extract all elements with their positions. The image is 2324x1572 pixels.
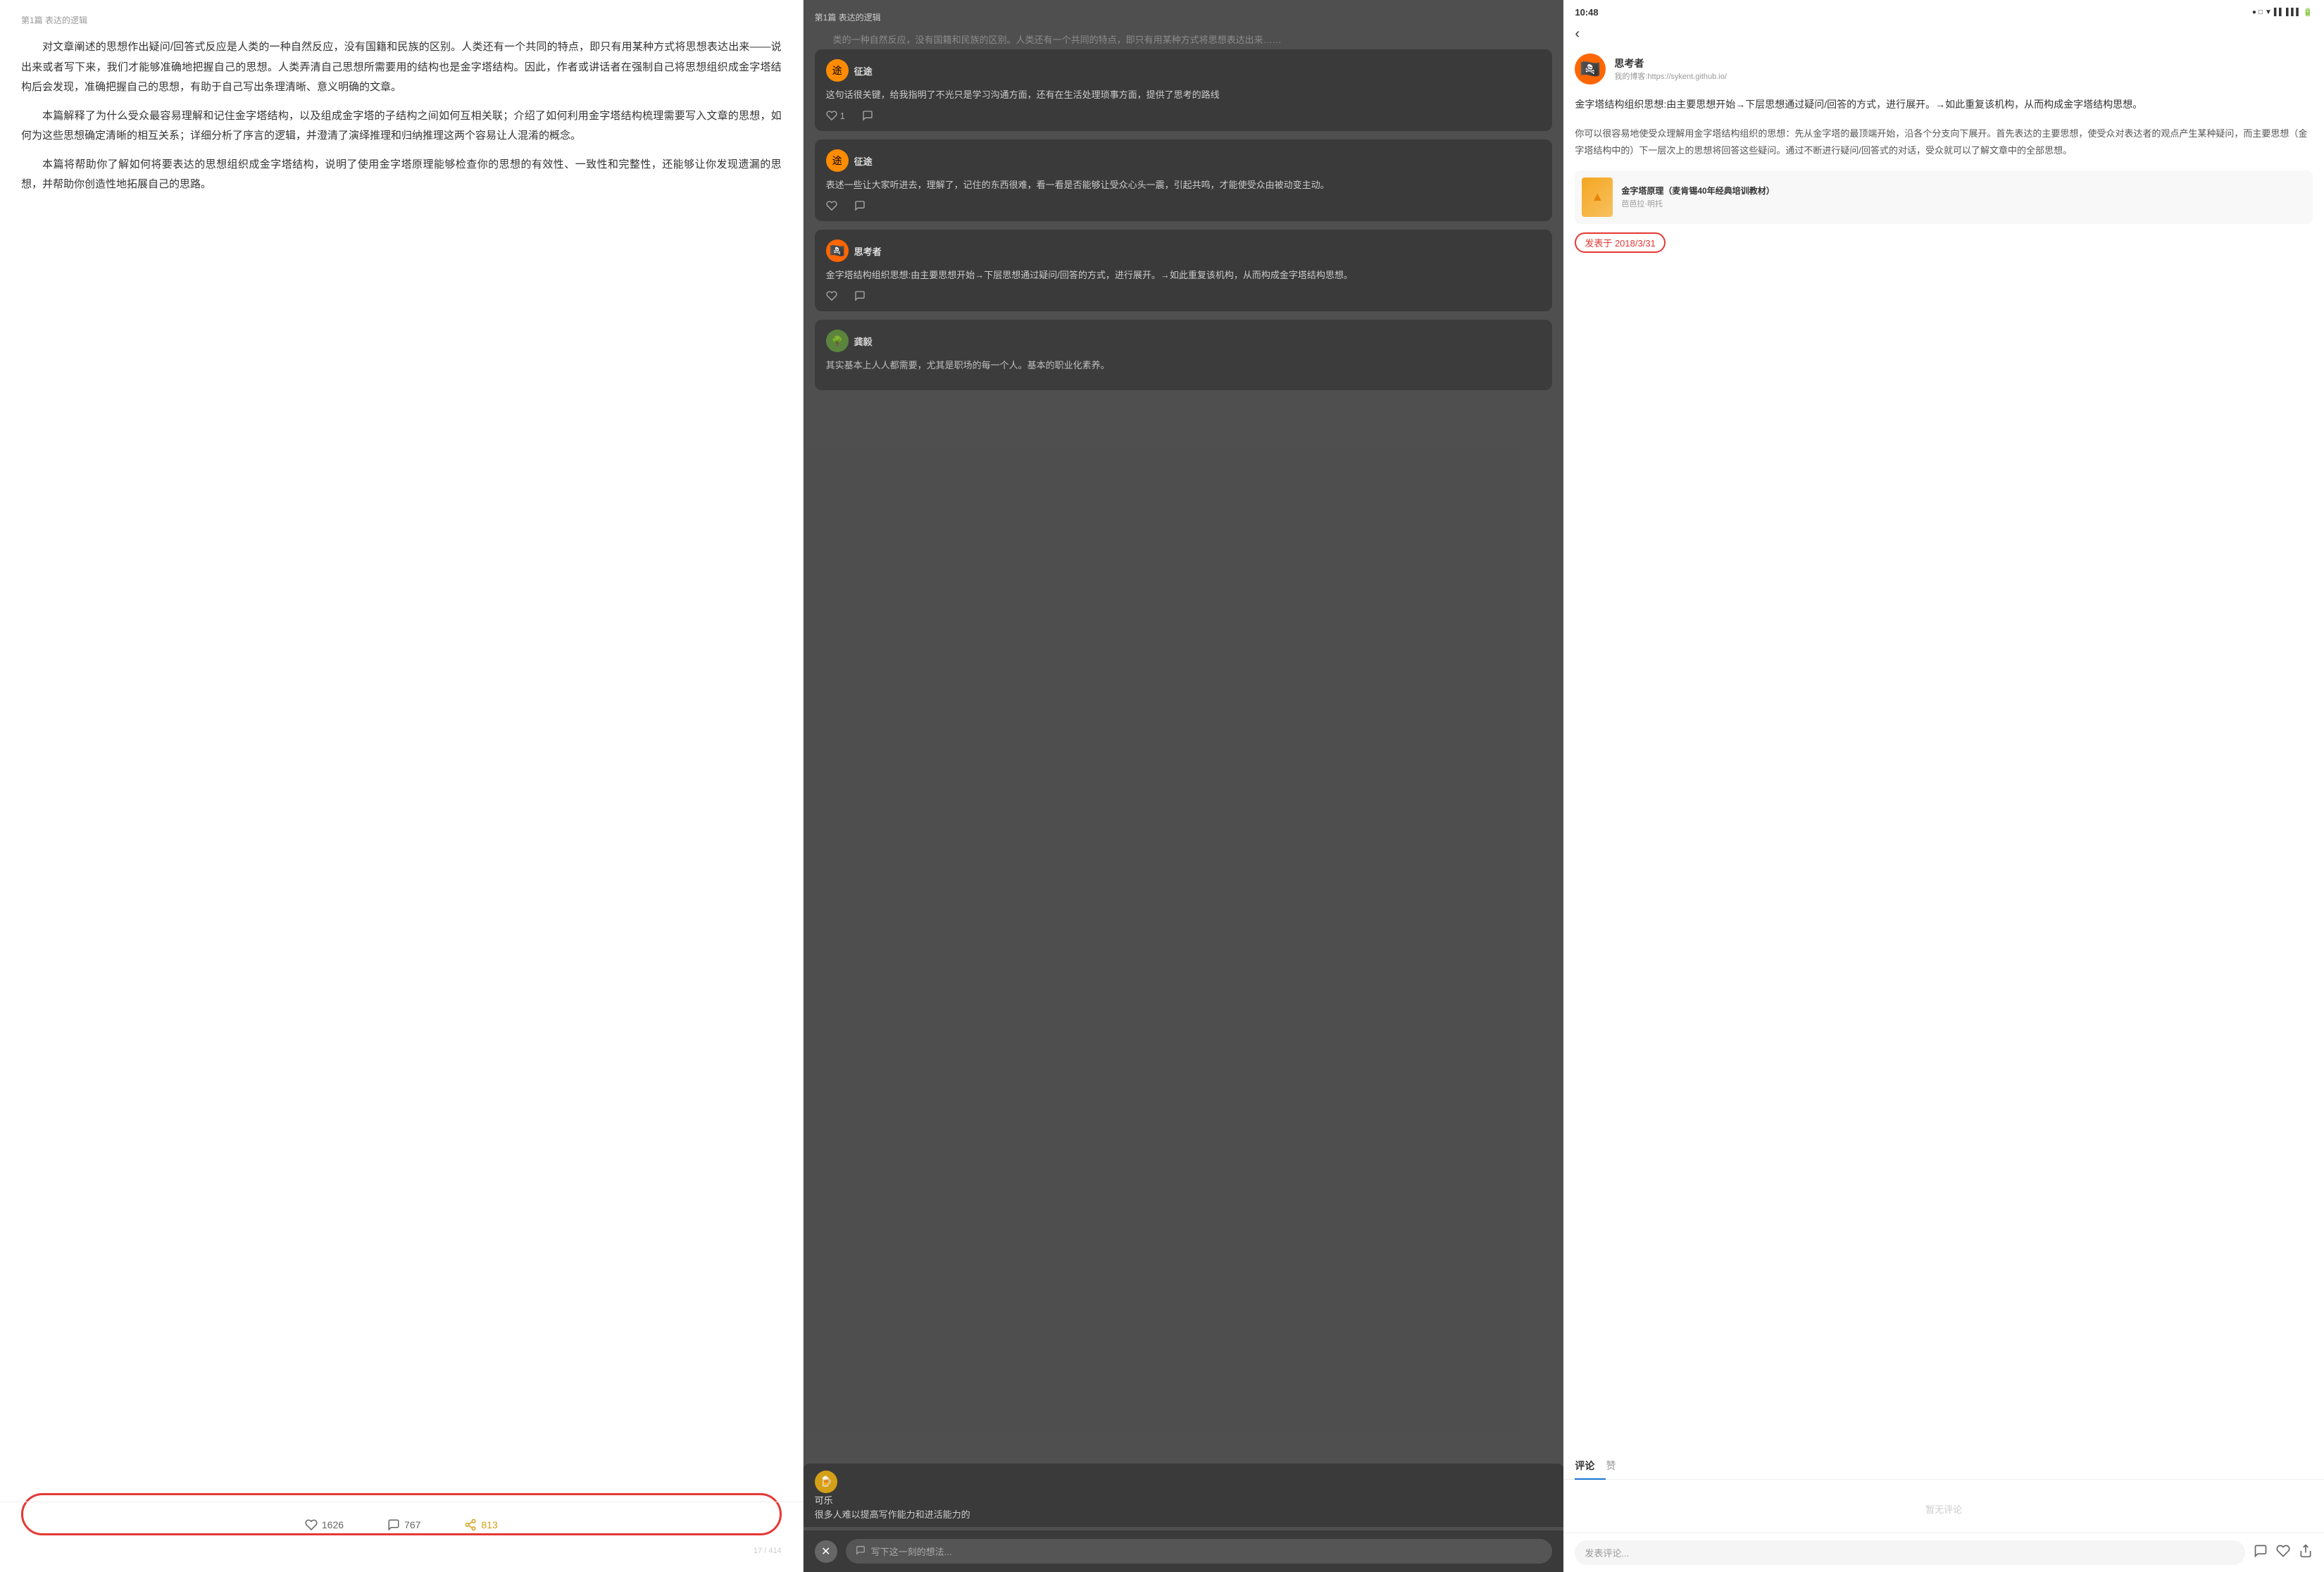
article-main-text: 金字塔结构组织思想:由主要思想开始→下层思想通过疑问/回答的方式，进行展开。→如… xyxy=(1575,96,2313,114)
comment-card-1: 途 征途 这句话很关键，给我指明了不光只是学习沟通方面，还有在生活处理琐事方面，… xyxy=(815,49,1553,131)
avatar-3: 🏴‍☠️ xyxy=(826,239,849,262)
comment-card-2: 途 征途 表述一些让大家听进去，理解了，记住的东西很难，看一看是否能够让受众心头… xyxy=(815,139,1553,221)
username-1: 征途 xyxy=(854,64,873,77)
page-number: 17 / 414 xyxy=(21,1544,782,1558)
reply-action-2[interactable] xyxy=(854,200,866,211)
book-cover xyxy=(1582,177,1613,217)
username-2: 征途 xyxy=(854,154,873,168)
article-detail-panel: 10:48 ● □ ▼ ▌▌ ▌▌▌ 🔋 ‹ 🏴‍☠️ 思考者 我的博客:htt… xyxy=(1563,0,2324,1572)
comment-button[interactable]: 767 xyxy=(376,1513,432,1537)
paragraph-2: 本篇解释了为什么受众最容易理解和记住金字塔结构，以及组成金字塔的子结构之间如何互… xyxy=(21,106,782,146)
tab-likes[interactable]: 赞 xyxy=(1606,1453,1627,1479)
author-bio: 我的博客:https://sykent.github.io/ xyxy=(1614,70,1727,82)
username-partial: 龚毅 xyxy=(854,335,873,348)
avatar-1: 途 xyxy=(826,59,849,82)
reading-panel: 第1篇 表达的逻辑 对文章阐述的思想作出疑问/回答式反应是人类的一种自然反应，没… xyxy=(0,0,804,1572)
share-count: 813 xyxy=(481,1519,497,1530)
avatar-partial: 🌳 xyxy=(826,330,849,352)
reply-action-3[interactable] xyxy=(854,290,866,301)
article-sub-text: 你可以很容易地使受众理解用金字塔结构组织的思想：先从金字塔的最顶端开始，沿各个分… xyxy=(1575,125,2313,159)
like-button[interactable]: 1626 xyxy=(294,1513,355,1537)
author-name: 思考者 xyxy=(1614,56,1727,70)
article-content: 金字塔结构组织思想:由主要思想开始→下层思想通过疑问/回答的方式，进行展开。→如… xyxy=(1563,93,2324,1453)
status-bar: 10:48 ● □ ▼ ▌▌ ▌▌▌ 🔋 xyxy=(1563,0,2324,20)
footer-like-icon[interactable] xyxy=(2276,1544,2290,1561)
article-footer: 发表评论... xyxy=(1563,1533,2324,1572)
comment-actions-2 xyxy=(826,200,1542,211)
article-text: 对文章阐述的思想作出疑问/回答式反应是人类的一种自然反应，没有国籍和民族的区别。… xyxy=(21,37,782,1502)
comment-actions-3 xyxy=(826,290,1542,301)
nav-bar: ‹ xyxy=(1563,20,2324,48)
comment-card-3: 🏴‍☠️ 思考者 金字塔结构组织思想:由主要思想开始→下层思想通过疑问/回答的方… xyxy=(815,230,1553,311)
time-display: 10:48 xyxy=(1575,7,1598,18)
no-comment-text: 暂无评论 xyxy=(1563,1485,2324,1533)
tab-comments[interactable]: 评论 xyxy=(1575,1453,1606,1480)
footer-comment-icon[interactable] xyxy=(2254,1544,2268,1561)
comments-panel: 第1篇 表达的逻辑 类的一种自然反应，没有国籍和民族的区别。人类还有一个共同的特… xyxy=(804,0,1564,1572)
comment-text-1: 这句话很关键，给我指明了不光只是学习沟通方面，还有在生活处理琐事方面，提供了思考… xyxy=(826,87,1542,103)
chapter-title-p2: 第1篇 表达的逻辑 xyxy=(815,11,1553,23)
footer-share-icon[interactable] xyxy=(2299,1544,2313,1561)
like-count: 1626 xyxy=(322,1519,344,1530)
publish-date: 发表于 2018/3/31 xyxy=(1575,232,1665,253)
comment-input-icon xyxy=(856,1545,866,1557)
like-action-3[interactable] xyxy=(826,290,837,301)
like-action-1[interactable]: 1 xyxy=(826,110,845,121)
comment-input-area[interactable]: 写下这一刻的想法... xyxy=(846,1539,1553,1564)
close-comments-button[interactable]: ✕ xyxy=(815,1540,837,1563)
comment-card-partial: 🌳 龚毅 其实基本上人人都需要，尤其是职场的每一个人。基本的职业化素养。 xyxy=(815,320,1553,390)
book-author: 芭芭拉·明托 xyxy=(1621,198,1774,209)
chapter-title-p1: 第1篇 表达的逻辑 xyxy=(21,14,782,26)
comment-count: 767 xyxy=(404,1519,420,1530)
comment-input-field[interactable]: 发表评论... xyxy=(1575,1540,2245,1565)
paragraph-1: 对文章阐述的思想作出疑问/回答式反应是人类的一种自然反应，没有国籍和民族的区别。… xyxy=(21,37,782,98)
status-icons: ● □ ▼ ▌▌ ▌▌▌ 🔋 xyxy=(2252,8,2313,17)
reply-action-1[interactable] xyxy=(862,110,873,121)
avatar-2: 途 xyxy=(826,149,849,172)
author-section: 🏴‍☠️ 思考者 我的博客:https://sykent.github.io/ xyxy=(1563,48,2324,93)
date-annotation: 发表于 2018/3/31 xyxy=(1575,232,2313,264)
like-count-1: 1 xyxy=(840,111,845,121)
book-title: 金字塔原理（麦肯锡40年经典培训教材） xyxy=(1621,185,1774,196)
tabs-bar: 评论 赞 xyxy=(1563,1453,2324,1480)
back-button[interactable]: ‹ xyxy=(1575,26,1580,42)
action-bar: 1626 767 813 xyxy=(21,1502,782,1544)
comment-text-partial: 其实基本上人人都需要，尤其是职场的每一个人。基本的职业化素养。 xyxy=(826,358,1542,373)
like-action-2[interactable] xyxy=(826,200,837,211)
username-3: 思考者 xyxy=(854,244,882,258)
paragraph-3: 本篇将帮助你了解如何将要表达的思想组织成金字塔结构，说明了使用金字塔原理能够检查… xyxy=(21,155,782,195)
comments-list: 途 征途 这句话很关键，给我指明了不光只是学习沟通方面，还有在生活处理琐事方面，… xyxy=(804,49,1564,1523)
comment-text-2: 表述一些让大家听进去，理解了，记住的东西很难，看一看是否能够让受众心头一震，引起… xyxy=(826,177,1542,193)
comment-text-3: 金字塔结构组织思想:由主要思想开始→下层思想通过疑问/回答的方式，进行展开。→如… xyxy=(826,268,1542,283)
book-card[interactable]: 金字塔原理（麦肯锡40年经典培训教材） 芭芭拉·明托 xyxy=(1575,170,2313,224)
comment-actions-1: 1 xyxy=(826,110,1542,121)
comment-input-bar: ✕ 写下这一刻的想法... xyxy=(804,1530,1564,1572)
author-avatar: 🏴‍☠️ xyxy=(1575,54,1606,85)
comment-placeholder: 写下这一刻的想法... xyxy=(871,1545,952,1558)
share-button[interactable]: 813 xyxy=(453,1513,508,1537)
